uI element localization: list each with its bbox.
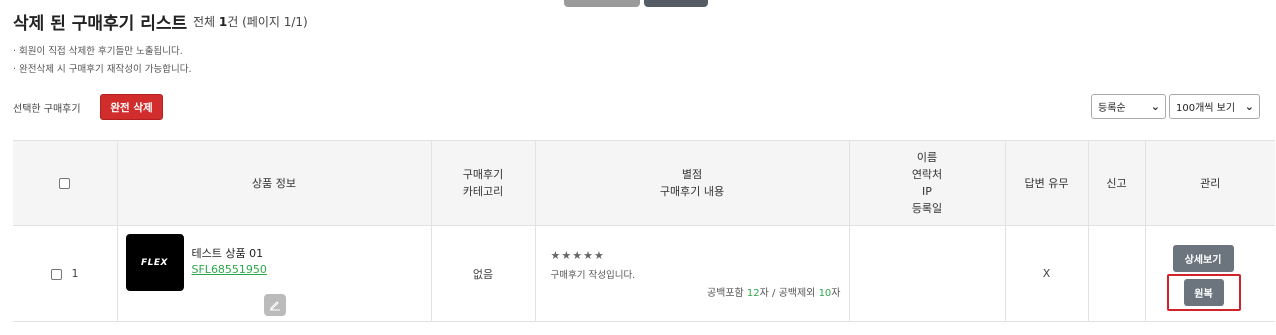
header-rating: 별점 구매후기 내용 (535, 140, 850, 226)
header-category: 구매후기 카테고리 (431, 140, 536, 226)
select-all-checkbox[interactable] (59, 178, 71, 189)
per-page-select[interactable]: 100개씩 보기 ⌄ (1169, 94, 1260, 119)
contact-cell (849, 225, 1006, 322)
view-detail-button[interactable]: 상세보기 (1172, 245, 1234, 272)
chevron-down-icon: ⌄ (1244, 100, 1254, 113)
row-select-cell: 1 (13, 225, 118, 322)
table-row: 1 FLEX 테스트 상품 01 SFL68551950 없음 ★★★★★ 구매… (13, 225, 1275, 322)
sort-select[interactable]: 등록순 ⌄ (1091, 94, 1166, 119)
category-cell: 없음 (431, 225, 536, 322)
top-gray-button[interactable] (564, 0, 640, 7)
top-dark-button[interactable] (644, 0, 708, 7)
header-contact: 이름 연락처 IP 등록일 (849, 140, 1006, 226)
review-cell: ★★★★★ 구매후기 작성입니다. 공백포함 12자 / 공백제외 10자 (535, 225, 850, 322)
header-select-all[interactable] (13, 140, 118, 226)
permanent-delete-button[interactable]: 완전 삭제 (100, 94, 163, 120)
header-answered: 답변 유무 (1005, 140, 1089, 226)
selected-label: 선택한 구매후기 (13, 104, 81, 115)
chevron-down-icon: ⌄ (1150, 100, 1160, 113)
row-number: 1 (71, 267, 79, 280)
review-table: 상품 정보 구매후기 카테고리 별점 구매후기 내용 이름 연락처 IP 등록일 답변 유… (13, 140, 1275, 322)
manage-cell: 상세보기 원복 (1145, 225, 1275, 322)
product-code-link[interactable]: SFL68551950 (192, 263, 267, 276)
answered-cell: X (1005, 225, 1089, 322)
header-manage: 관리 (1145, 140, 1275, 226)
total-count: 전체 1건 (페이지 1/1) (193, 15, 308, 29)
reported-cell (1088, 225, 1146, 322)
page-title: 삭제 된 구매후기 리스트 (13, 14, 188, 34)
pencil-icon (269, 301, 280, 311)
product-thumbnail[interactable]: FLEX (125, 234, 184, 291)
notice-1: · 회원이 직접 삭제한 후기들만 노출됩니다. (13, 46, 183, 57)
star-rating: ★★★★★ (550, 249, 605, 262)
notice-2: · 완전삭제 시 구매후기 재작성이 가능합니다. (13, 64, 192, 75)
table-header-row: 상품 정보 구매후기 카테고리 별점 구매후기 내용 이름 연락처 IP 등록일 답변 유… (13, 140, 1275, 226)
review-text: 구매후기 작성입니다. (550, 270, 636, 281)
header-product: 상품 정보 (117, 140, 432, 226)
character-count: 공백포함 12자 / 공백제외 10자 (706, 288, 841, 299)
edit-button[interactable] (263, 294, 286, 316)
row-checkbox[interactable] (51, 268, 62, 280)
product-name: 테스트 상품 01 (191, 247, 264, 260)
header-reported: 신고 (1088, 140, 1146, 226)
product-cell: FLEX 테스트 상품 01 SFL68551950 (117, 225, 432, 322)
restore-button[interactable]: 원복 (1183, 279, 1224, 306)
flex-logo: FLEX (141, 257, 168, 268)
